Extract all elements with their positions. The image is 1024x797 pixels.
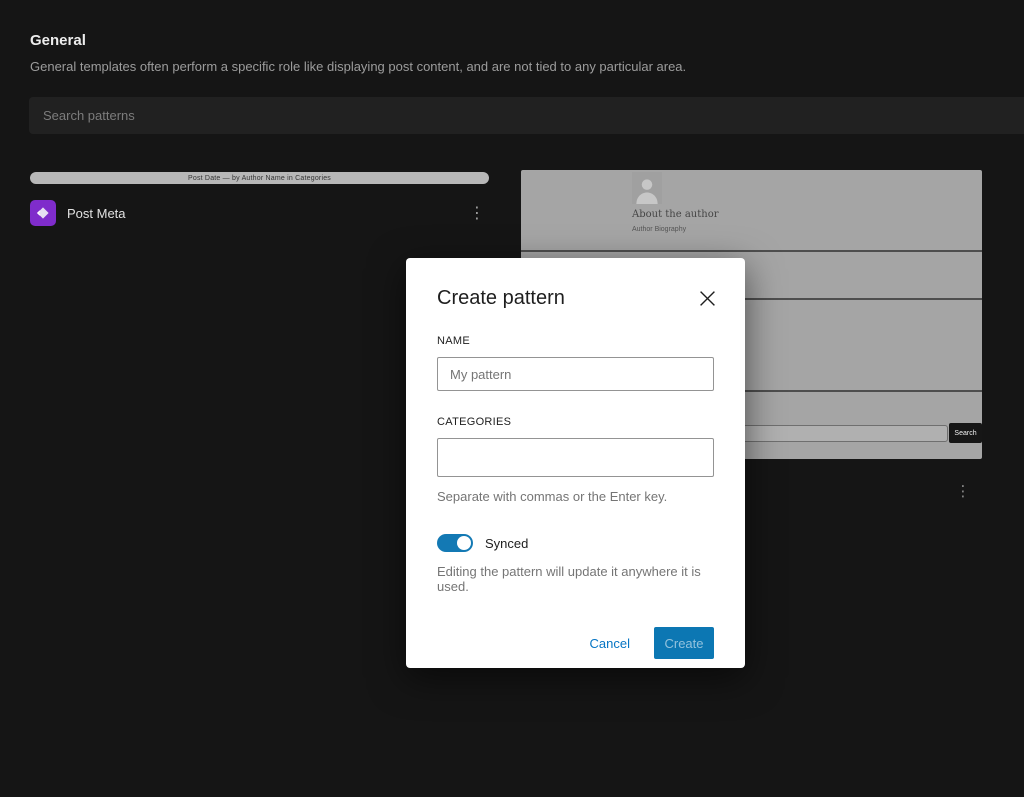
pattern-name: Post Meta: [67, 206, 126, 221]
page-title: General: [30, 32, 86, 49]
toggle-knob: [457, 536, 471, 550]
synced-help-text: Editing the pattern will update it anywh…: [437, 564, 714, 594]
name-field-label: NAME: [437, 335, 714, 347]
ellipsis-icon: ⋮: [469, 203, 485, 222]
categories-help-text: Separate with commas or the Enter key.: [437, 489, 714, 504]
divider: [521, 250, 982, 252]
cancel-button[interactable]: Cancel: [578, 630, 642, 657]
author-biography-text: Author Biography: [632, 226, 686, 233]
pattern-name-input[interactable]: [437, 357, 714, 391]
categories-field-label: CATEGORIES: [437, 416, 714, 428]
create-button[interactable]: Create: [654, 627, 714, 659]
post-meta-pattern-row: Post Meta ⋮: [30, 198, 489, 228]
synced-toggle-label: Synced: [485, 536, 528, 551]
close-button[interactable]: [695, 286, 719, 310]
preview-search-button: Search: [949, 423, 982, 443]
dialog-footer: Cancel Create: [437, 627, 714, 659]
search-input[interactable]: [29, 97, 1024, 134]
more-options-button[interactable]: ⋮: [951, 479, 975, 503]
person-icon: [632, 174, 662, 204]
page-description: General templates often perform a specif…: [30, 59, 686, 74]
pattern-categories-input[interactable]: [437, 438, 714, 477]
dialog-title: Create pattern: [437, 287, 714, 310]
synced-pattern-icon: [30, 200, 56, 226]
about-author-heading: About the author: [632, 209, 719, 220]
post-meta-pattern-preview[interactable]: Post Date — by Author Name in Categories: [30, 172, 489, 184]
close-icon: [699, 290, 716, 307]
avatar: [632, 172, 662, 204]
synced-toggle[interactable]: [437, 534, 473, 552]
more-options-button[interactable]: ⋮: [465, 201, 489, 225]
post-meta-preview-text: Post Date — by Author Name in Categories: [188, 175, 331, 182]
create-pattern-dialog: Create pattern NAME CATEGORIES Separate …: [406, 258, 745, 668]
ellipsis-icon: ⋮: [956, 482, 971, 500]
synced-toggle-row: Synced: [437, 534, 714, 552]
